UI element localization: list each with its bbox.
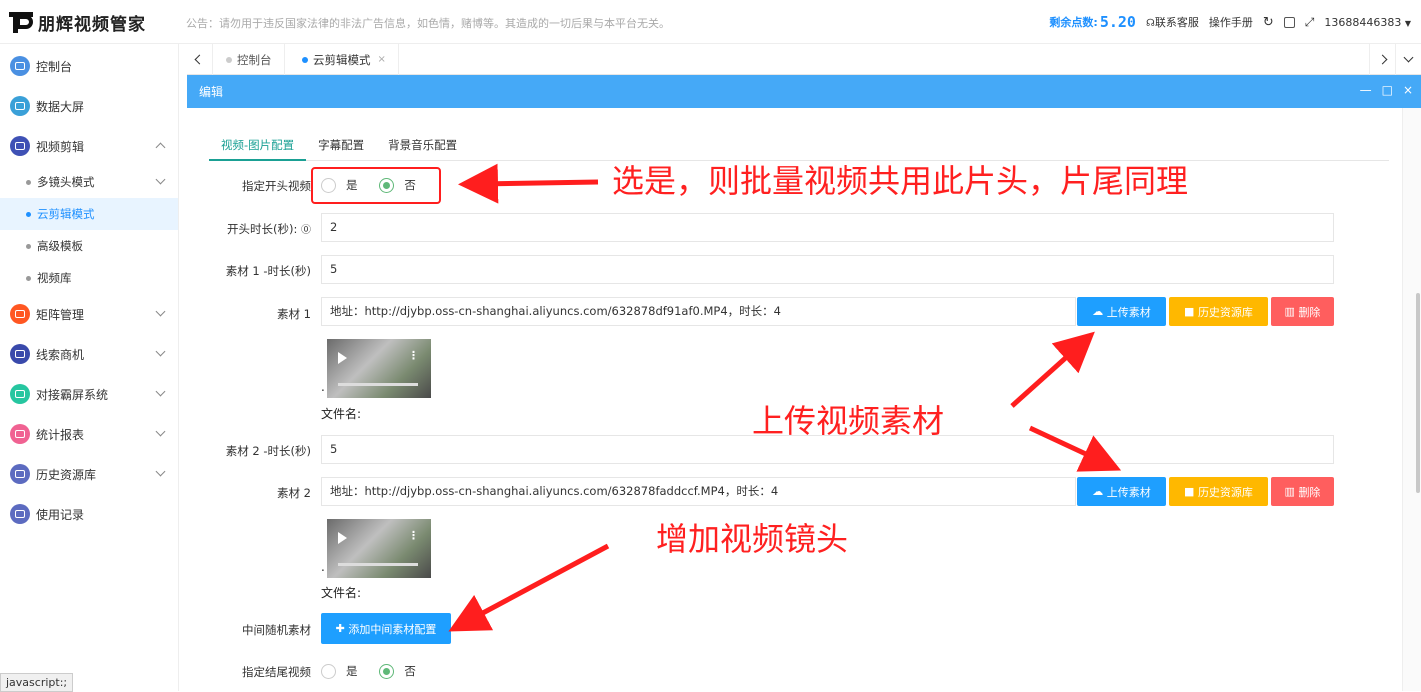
annotation-arrows [448, 163, 1122, 632]
arrow-to-opening [458, 163, 599, 204]
status-bar: javascript:; [0, 673, 74, 692]
arrow-to-upload2 [1028, 425, 1122, 472]
arrow-to-add [448, 543, 610, 632]
arrow-to-upload1 [1010, 331, 1095, 408]
